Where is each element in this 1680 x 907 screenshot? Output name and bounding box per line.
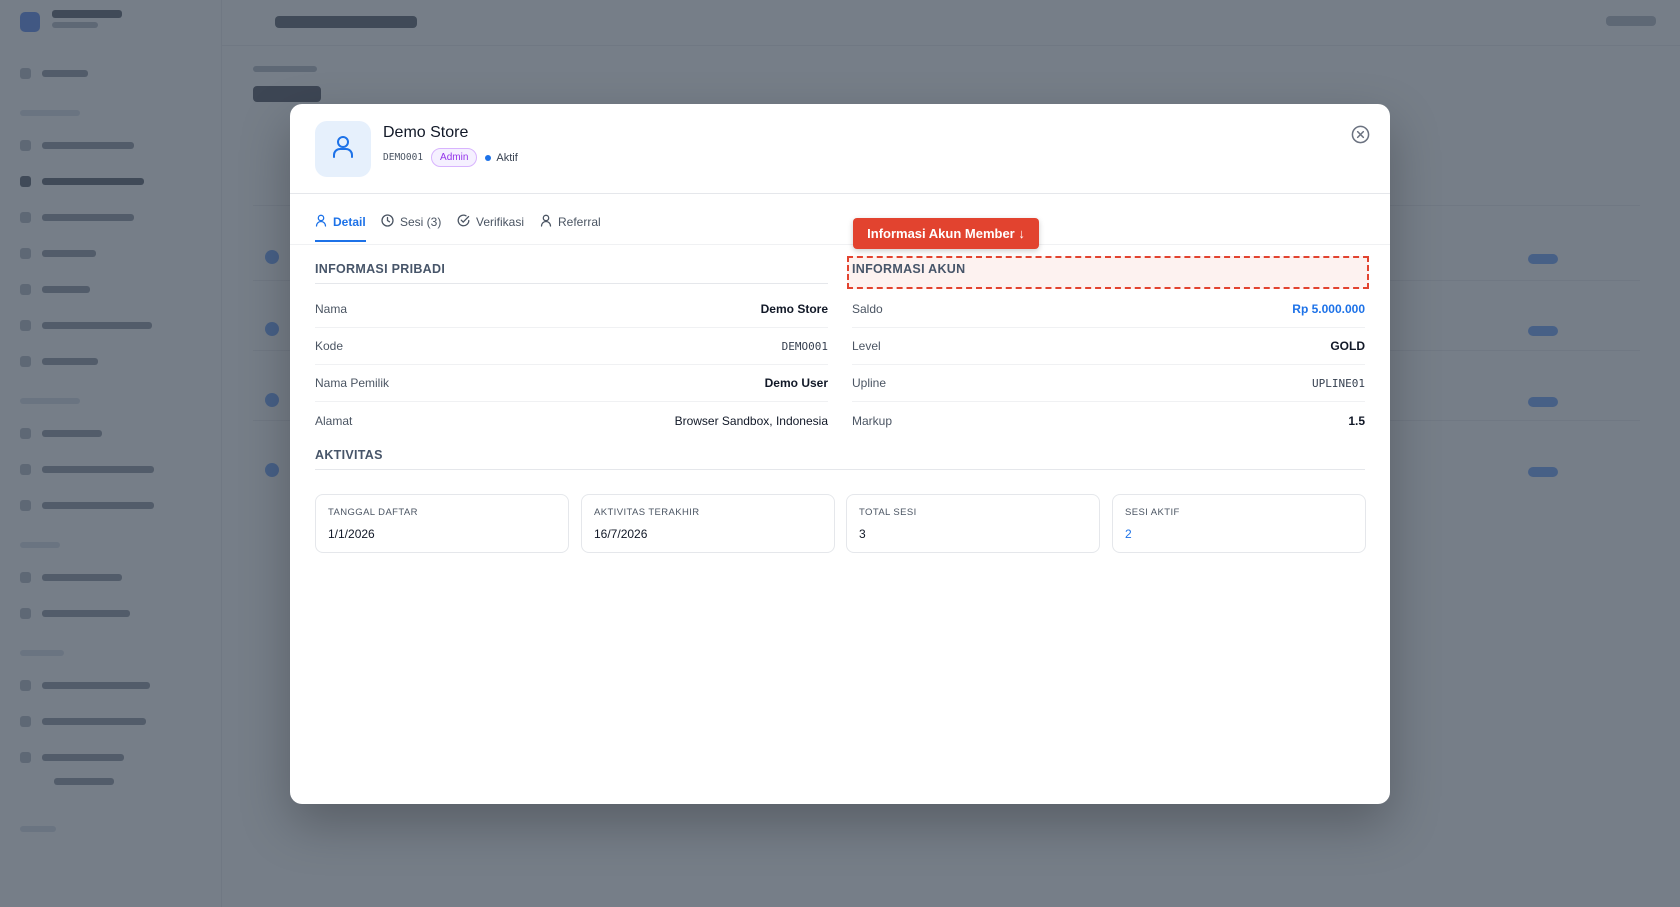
section-title-activity: AKTIVITAS xyxy=(315,448,383,462)
info-value: DEMO001 xyxy=(781,339,828,353)
tab-verifikasi[interactable]: Verifikasi xyxy=(457,214,524,240)
info-value: Browser Sandbox, Indonesia xyxy=(674,413,828,428)
info-row: Markup 1.5 xyxy=(852,402,1365,439)
stat-card: TANGGAL DAFTAR 1/1/2026 xyxy=(315,494,569,553)
member-code: DEMO001 xyxy=(383,152,424,163)
section-divider xyxy=(315,283,828,284)
info-row: Alamat Browser Sandbox, Indonesia xyxy=(315,402,828,439)
stat-label: TOTAL SESI xyxy=(859,507,917,518)
info-row: Nama Pemilik Demo User xyxy=(315,365,828,402)
stat-value: 2 xyxy=(1125,527,1132,541)
info-label: Alamat xyxy=(315,413,353,428)
stat-label: SESI AKTIF xyxy=(1125,507,1180,518)
user-icon xyxy=(332,135,354,164)
info-row: Nama Demo Store xyxy=(315,291,828,328)
info-label: Markup xyxy=(852,413,893,428)
status-text: Aktif xyxy=(496,151,518,164)
info-label: Kode xyxy=(315,339,344,353)
info-row: Kode DEMO001 xyxy=(315,328,828,365)
info-label: Saldo xyxy=(852,302,883,316)
tab-label: Sesi (3) xyxy=(400,215,442,229)
section-divider xyxy=(315,469,1365,470)
info-row: Saldo Rp 5.000.000 xyxy=(852,291,1365,328)
member-meta: DEMO001 Admin Aktif xyxy=(383,148,518,167)
stat-card: AKTIVITAS TERAKHIR 16/7/2026 xyxy=(581,494,835,553)
info-label: Level xyxy=(852,339,881,353)
stat-value: 3 xyxy=(859,527,866,541)
member-name: Demo Store xyxy=(383,124,469,141)
info-label: Nama Pemilik xyxy=(315,376,390,390)
tab-detail[interactable]: Detail xyxy=(315,214,366,242)
stat-label: AKTIVITAS TERAKHIR xyxy=(594,507,700,518)
section-title-account: INFORMASI AKUN xyxy=(852,262,966,276)
info-value: 1.5 xyxy=(1348,413,1365,428)
stat-value: 1/1/2026 xyxy=(328,527,375,541)
info-row: Upline UPLINE01 xyxy=(852,365,1365,402)
user-icon xyxy=(540,214,552,230)
member-avatar xyxy=(315,121,371,177)
info-row: Level GOLD xyxy=(852,328,1365,365)
annotation-callout: Informasi Akun Member ↓ xyxy=(853,218,1039,249)
info-value: Demo User xyxy=(764,376,828,390)
tab-referral[interactable]: Referral xyxy=(540,214,601,240)
tab-label: Detail xyxy=(333,215,366,229)
stat-value: 16/7/2026 xyxy=(594,527,648,541)
stat-card: TOTAL SESI 3 xyxy=(846,494,1100,553)
info-label: Upline xyxy=(852,376,887,390)
role-badge: Admin xyxy=(431,148,478,167)
stat-label: TANGGAL DAFTAR xyxy=(328,507,418,518)
modal-header: Demo Store DEMO001 Admin Aktif xyxy=(290,104,1390,194)
info-label: Nama xyxy=(315,302,348,316)
modal-tabs: Detail Sesi (3) Verifikasi Referral xyxy=(315,206,1365,250)
info-value: Rp 5.000.000 xyxy=(1292,302,1365,316)
close-button[interactable] xyxy=(1351,125,1370,144)
user-icon xyxy=(315,214,327,230)
section-title-personal: INFORMASI PRIBADI xyxy=(315,262,446,276)
tab-sesi[interactable]: Sesi (3) xyxy=(381,214,441,240)
member-detail-modal: Demo Store DEMO001 Admin Aktif Detail Se… xyxy=(290,104,1390,804)
info-value: UPLINE01 xyxy=(1312,376,1365,390)
check-circle-icon xyxy=(457,214,470,230)
status-dot-icon xyxy=(485,154,492,161)
tab-label: Referral xyxy=(558,215,601,229)
close-icon xyxy=(1351,125,1370,148)
tab-label: Verifikasi xyxy=(476,215,525,229)
info-value: GOLD xyxy=(1330,339,1365,353)
status-indicator: Aktif xyxy=(485,151,518,164)
info-value: Demo Store xyxy=(760,302,828,316)
stat-card: SESI AKTIF 2 xyxy=(1112,494,1366,553)
clock-icon xyxy=(381,214,394,230)
